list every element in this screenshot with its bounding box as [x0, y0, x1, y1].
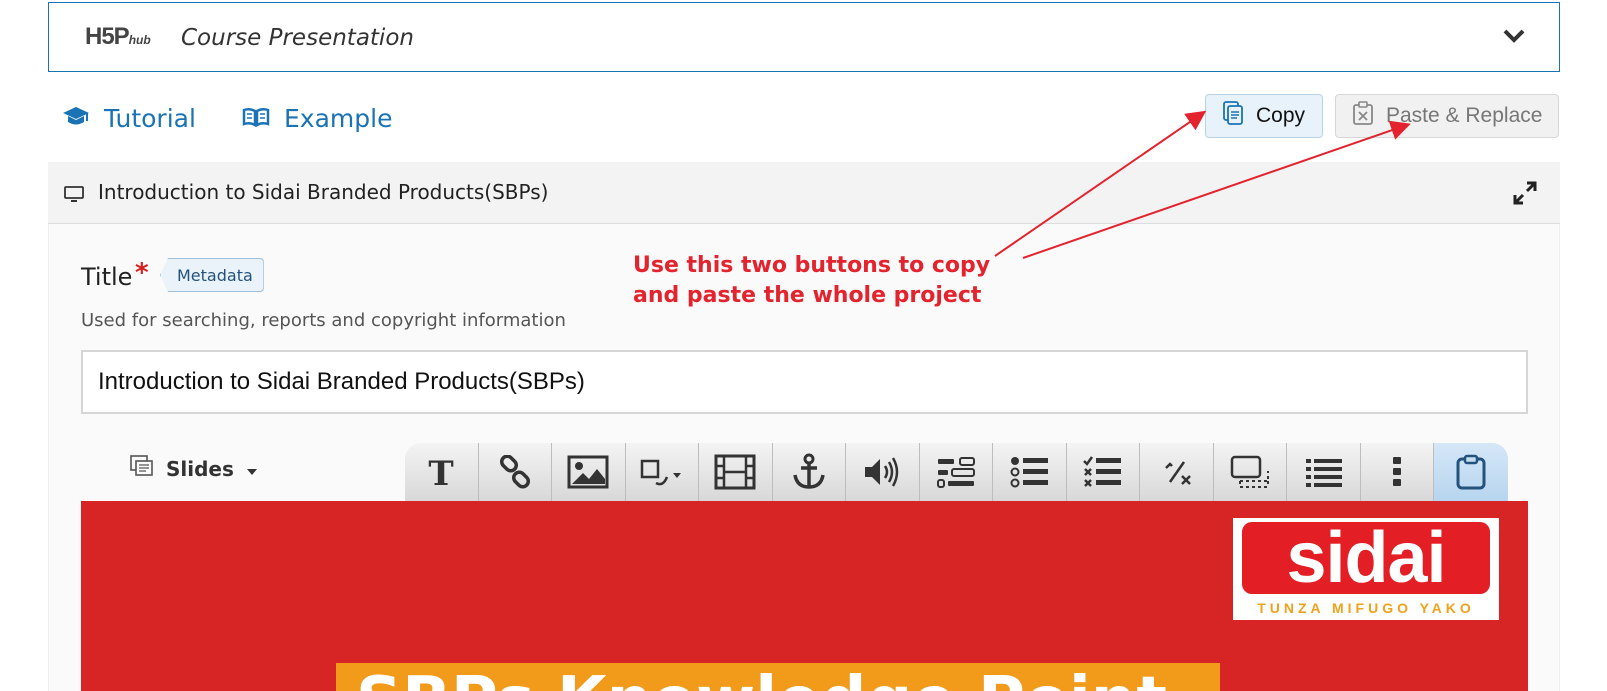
paste-replace-button[interactable]: Paste & Replace — [1335, 94, 1559, 138]
open-book-icon — [242, 104, 270, 133]
metadata-button[interactable]: Metadata — [160, 258, 264, 292]
copy-button[interactable]: Copy — [1205, 94, 1323, 138]
slide-heading[interactable]: SBPs Knowledge Point — [336, 663, 1220, 691]
text-icon[interactable]: T — [405, 443, 479, 501]
tutorial-link[interactable]: Tutorial — [62, 104, 196, 133]
title-input[interactable] — [81, 350, 1528, 414]
content-type-title: Course Presentation — [181, 25, 414, 51]
anchor-icon[interactable] — [773, 443, 847, 501]
slides-label: Slides — [166, 456, 234, 481]
example-link[interactable]: Example — [242, 104, 392, 133]
audio-icon[interactable] — [846, 443, 920, 501]
paste-icon[interactable] — [1434, 443, 1508, 501]
chevron-down-icon[interactable] — [1503, 28, 1525, 47]
required-marker: * — [135, 258, 149, 288]
copy-label: Copy — [1256, 104, 1306, 127]
link-icon[interactable] — [479, 443, 553, 501]
presentation-panel-header[interactable]: Introduction to Sidai Branded Products(S… — [48, 162, 1560, 224]
summary-icon[interactable] — [1287, 443, 1361, 501]
caret-down-icon — [246, 457, 258, 481]
single-choice-icon[interactable] — [993, 443, 1067, 501]
panel-title: Introduction to Sidai Branded Products(S… — [98, 180, 549, 204]
fullscreen-icon[interactable] — [1512, 180, 1538, 210]
more-icon[interactable] — [1361, 443, 1435, 501]
video-icon[interactable] — [699, 443, 773, 501]
sidai-logo: sidai TUNZA MIFUGO YAKO — [1233, 518, 1499, 620]
monitor-icon — [64, 186, 84, 206]
h5p-hub-logo: H5Phub — [85, 23, 151, 50]
shapes-icon[interactable] — [626, 443, 700, 501]
tutorial-label: Tutorial — [104, 104, 196, 133]
editor-toolbar: T — [405, 443, 1508, 501]
title-field-label: Title — [81, 263, 133, 291]
title-field-description: Used for searching, reports and copyrigh… — [81, 310, 566, 331]
slides-dropdown[interactable]: Slides — [130, 455, 258, 482]
fill-in-blanks-icon[interactable] — [920, 443, 994, 501]
image-icon[interactable] — [552, 443, 626, 501]
paste-replace-label: Paste & Replace — [1386, 104, 1543, 127]
clipboard-x-icon — [1352, 101, 1374, 131]
multiple-choice-icon[interactable] — [1067, 443, 1141, 501]
fraction-icon[interactable] — [1140, 443, 1214, 501]
hub-content-type-selector[interactable]: H5Phub Course Presentation — [48, 2, 1560, 72]
slide-canvas[interactable]: sidai TUNZA MIFUGO YAKO SBPs Knowledge P… — [81, 501, 1528, 691]
example-label: Example — [284, 104, 393, 133]
svg-text:T: T — [429, 455, 454, 489]
slides-icon — [130, 455, 154, 482]
hotspot-icon[interactable] — [1214, 443, 1288, 501]
copy-icon — [1222, 101, 1244, 131]
annotation-note: Use this two buttons to copy and paste t… — [633, 253, 991, 308]
graduation-cap-icon — [62, 104, 90, 133]
